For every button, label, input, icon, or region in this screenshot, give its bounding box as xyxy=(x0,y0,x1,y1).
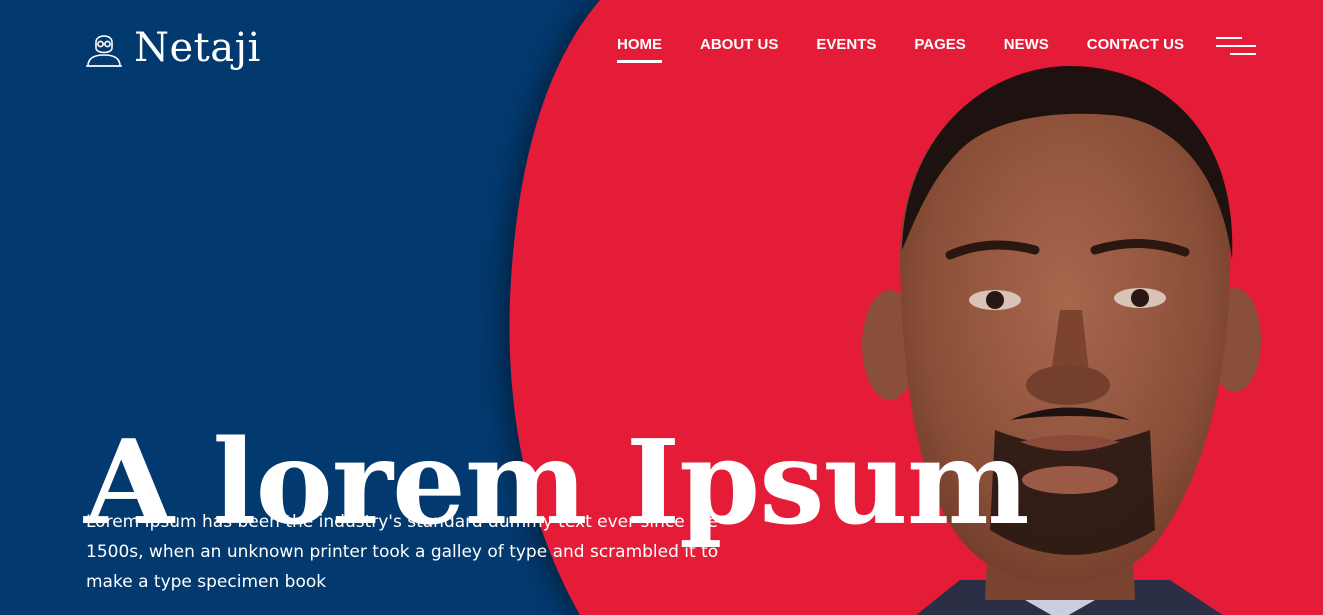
nav-pages[interactable]: PAGES xyxy=(914,36,965,61)
hero-section: Netaji HOME ABOUT US EVENTS PAGES NEWS C… xyxy=(0,0,1323,615)
user-avatar-icon xyxy=(86,35,122,67)
hero-description: Lorem Ipsum has been the industry's stan… xyxy=(86,512,719,592)
nav-events[interactable]: EVENTS xyxy=(816,36,876,61)
brand-name: Netaji xyxy=(134,25,261,71)
nav-about-us[interactable]: ABOUT US xyxy=(700,36,778,61)
main-navigation: HOME ABOUT US EVENTS PAGES NEWS CONTACT … xyxy=(617,36,1184,63)
nav-home[interactable]: HOME xyxy=(617,36,662,63)
brand-logo[interactable]: Netaji xyxy=(84,24,261,72)
hamburger-menu-icon[interactable] xyxy=(1214,36,1258,56)
nav-contact-us[interactable]: CONTACT US xyxy=(1087,36,1184,61)
nav-news[interactable]: NEWS xyxy=(1004,36,1049,61)
